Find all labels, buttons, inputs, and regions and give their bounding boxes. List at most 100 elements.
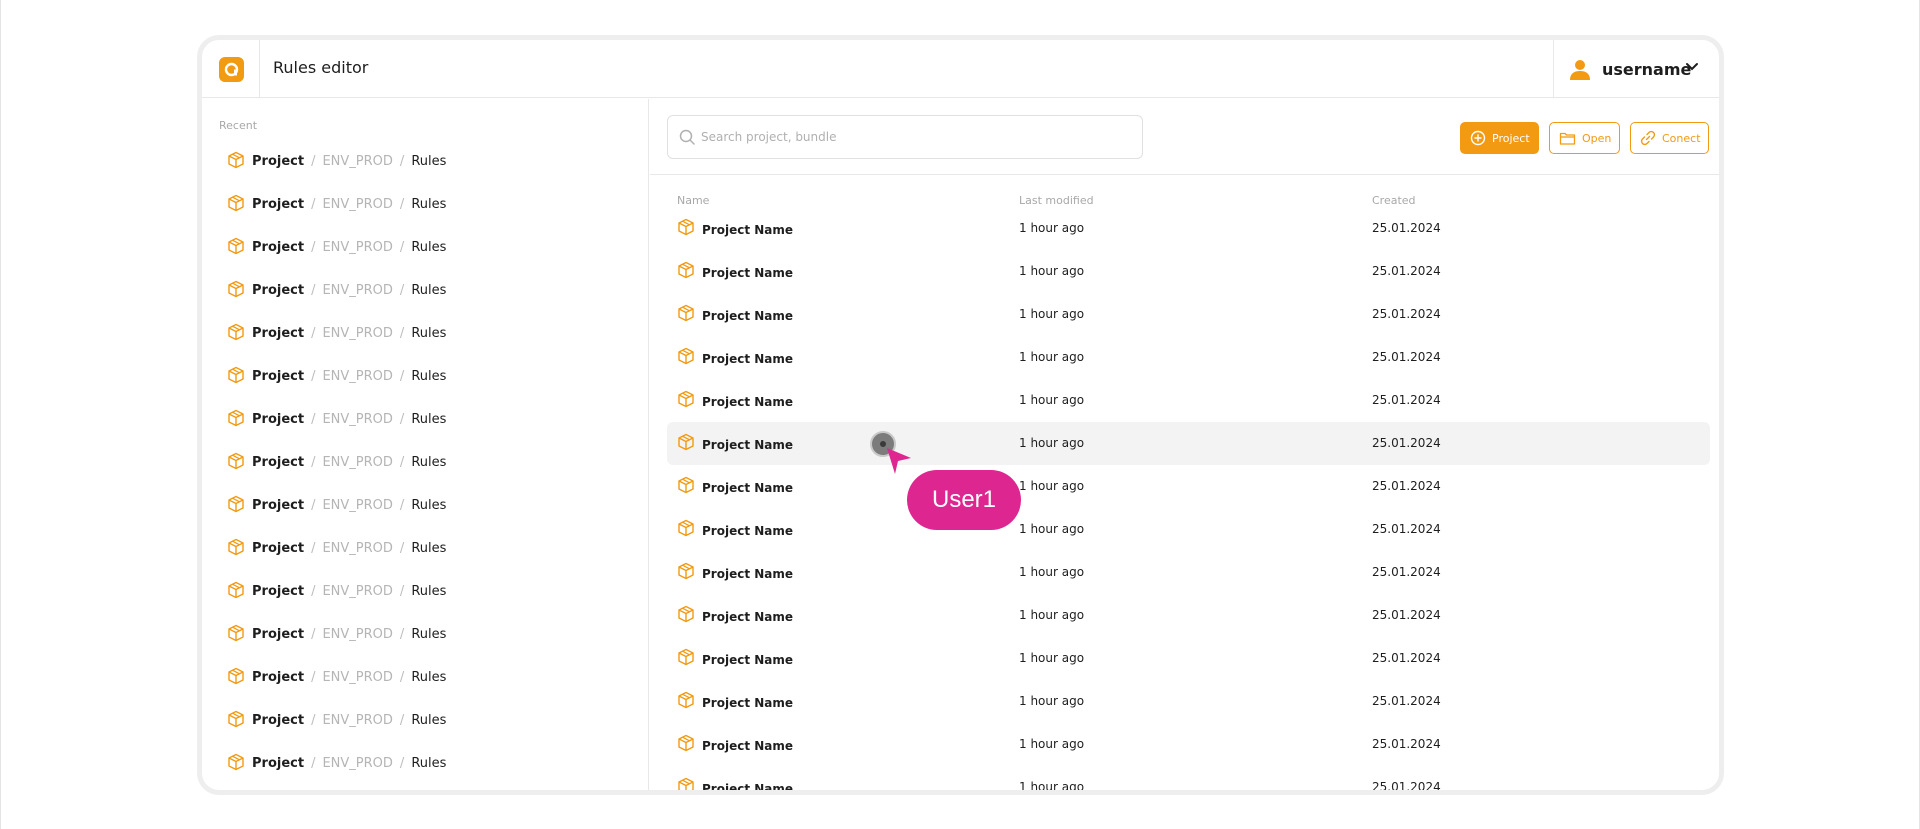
- project-table: Project Name 1 hour ago 25.01.2024 Project …: [667, 207, 1710, 790]
- recent-env-label: ENV_PROD: [322, 541, 393, 556]
- cube-icon: [677, 648, 695, 669]
- project-name: Project Name: [702, 437, 794, 452]
- breadcrumb-separator: /: [399, 240, 405, 255]
- app-logo-icon: [219, 57, 244, 82]
- last-modified-cell: 1 hour ago: [1019, 479, 1085, 493]
- recent-item[interactable]: Project/ENV_PROD/Rules: [227, 183, 446, 226]
- breadcrumb-separator: /: [399, 154, 405, 169]
- table-row[interactable]: Project Name 1 hour ago 25.01.2024: [667, 766, 1710, 790]
- breadcrumb-separator: /: [311, 240, 316, 255]
- breadcrumb-separator: /: [311, 627, 316, 642]
- recent-item[interactable]: Project/ENV_PROD/Rules: [227, 355, 446, 398]
- user-menu[interactable]: username: [1553, 40, 1719, 98]
- recent-item[interactable]: Project/ENV_PROD/Rules: [227, 785, 446, 790]
- recent-item[interactable]: Project/ENV_PROD/Rules: [227, 140, 446, 183]
- created-cell: 25.01.2024: [1372, 436, 1441, 450]
- table-row[interactable]: Project Name 1 hour ago 25.01.2024: [667, 207, 1710, 250]
- search-input[interactable]: [701, 116, 1131, 158]
- table-row[interactable]: Project Name 1 hour ago 25.01.2024: [667, 336, 1710, 379]
- recent-item[interactable]: Project/ENV_PROD/Rules: [227, 441, 446, 484]
- recent-project-label: Project: [252, 498, 305, 513]
- column-header-last-modified[interactable]: Last modified: [1019, 194, 1094, 207]
- cube-icon: [227, 667, 245, 689]
- cube-icon: [227, 323, 245, 345]
- project-name: Project Name: [702, 738, 794, 753]
- cube-icon: [227, 710, 245, 732]
- breadcrumb-separator: /: [311, 369, 316, 384]
- recent-project-label: Project: [252, 412, 305, 427]
- recent-item[interactable]: Project/ENV_PROD/Rules: [227, 226, 446, 269]
- recent-item[interactable]: Project/ENV_PROD/Rules: [227, 398, 446, 441]
- recent-section-label: Rules: [411, 670, 447, 685]
- table-row[interactable]: Project Name 1 hour ago 25.01.2024: [667, 379, 1710, 422]
- table-row[interactable]: Project Name 1 hour ago 25.01.2024: [667, 508, 1710, 551]
- recent-env-label: ENV_PROD: [322, 713, 393, 728]
- table-row[interactable]: Project Name 1 hour ago 25.01.2024: [667, 293, 1710, 336]
- recent-item[interactable]: Project / ENV_PROD / Rules: [227, 527, 446, 570]
- recent-item[interactable]: Project/ENV_PROD/Rules: [227, 613, 446, 656]
- link-icon: [1640, 130, 1656, 146]
- cube-icon: [227, 495, 245, 517]
- recent-item[interactable]: Project/ENV_PROD/Rules: [227, 742, 446, 785]
- table-row[interactable]: Project Name 1 hour ago 25.01.2024: [667, 465, 1710, 508]
- recent-env-label: ENV_PROD: [322, 498, 393, 513]
- breadcrumb-separator: /: [399, 369, 405, 384]
- column-header-name[interactable]: Name: [677, 194, 709, 207]
- recent-section-label: Rules: [411, 541, 447, 556]
- name-cell: Project Name: [677, 562, 793, 583]
- table-row[interactable]: Project Name 1 hour ago 25.01.2024: [667, 594, 1710, 637]
- name-cell: Project Name: [677, 347, 793, 368]
- table-row[interactable]: Project Name 1 hour ago 25.01.2024: [667, 723, 1710, 766]
- table-row[interactable]: Project Name 1 hour ago 25.01.2024: [667, 680, 1710, 723]
- plus-circle-icon: [1470, 130, 1486, 146]
- recent-label: Recent: [219, 119, 258, 132]
- recent-env-label: ENV_PROD: [322, 369, 393, 384]
- name-cell: Project Name: [677, 777, 793, 790]
- search-icon: [679, 129, 695, 145]
- recent-env-label: ENV_PROD: [322, 197, 393, 212]
- recent-item[interactable]: Project/ENV_PROD/Rules: [227, 656, 446, 699]
- breadcrumb-separator: /: [311, 584, 316, 599]
- app-window: Rules editor username Recent Project / ENV…: [197, 35, 1724, 795]
- column-header-created[interactable]: Created: [1372, 194, 1416, 207]
- connect-button[interactable]: Conect: [1630, 122, 1709, 154]
- table-row[interactable]: Project Name 1 hour ago 25.01.2024: [667, 637, 1710, 680]
- recent-env-label: ENV_PROD: [322, 756, 393, 771]
- name-cell: Project Name: [677, 390, 794, 411]
- recent-env-label: ENV_PROD: [322, 326, 393, 341]
- recent-project-label: Project: [252, 154, 305, 169]
- cube-icon: [677, 562, 695, 583]
- breadcrumb-separator: /: [311, 498, 316, 513]
- recent-item[interactable]: Project/ENV_PROD/Rules: [227, 312, 446, 355]
- logo-cell[interactable]: [202, 40, 260, 98]
- breadcrumb-separator: /: [399, 541, 405, 556]
- breadcrumb-separator: /: [311, 541, 316, 556]
- last-modified-cell: 1 hour ago: [1019, 565, 1085, 579]
- name-cell: Project Name: [677, 218, 793, 239]
- recent-project-label: Project: [252, 541, 305, 556]
- user-icon: [1570, 60, 1590, 80]
- table-row[interactable]: Project Name 1 hour ago 25.01.2024: [667, 422, 1710, 465]
- recent-env-label: ENV_PROD: [322, 584, 393, 599]
- table-row[interactable]: Project Name 1 hour ago 25.01.2024: [667, 250, 1710, 293]
- breadcrumb-separator: /: [399, 584, 405, 599]
- created-cell: 25.01.2024: [1372, 694, 1441, 708]
- recent-item[interactable]: Project/ENV_PROD/Rules: [227, 699, 446, 742]
- recent-sidebar: Recent Project / ENV_PROD / Rules Project / ENV…: [202, 99, 649, 790]
- recent-item[interactable]: Project/ENV_PROD/Rules: [227, 570, 446, 613]
- project-name: Project Name: [702, 652, 794, 667]
- recent-item[interactable]: Project/ENV_PROD/Rules: [227, 269, 446, 312]
- project-name: Project Name: [702, 394, 794, 409]
- table-row[interactable]: Project Name 1 hour ago 25.01.2024: [667, 551, 1710, 594]
- recent-env-label: ENV_PROD: [322, 154, 393, 169]
- recent-section-label: Rules: [411, 154, 447, 169]
- name-cell: Project Name: [677, 304, 793, 325]
- created-cell: 25.01.2024: [1372, 780, 1441, 790]
- recent-section-label: Rules: [411, 713, 447, 728]
- last-modified-cell: 1 hour ago: [1019, 737, 1085, 751]
- cube-icon: [227, 581, 245, 603]
- cube-icon: [227, 538, 245, 560]
- recent-item[interactable]: Project/ENV_PROD/Rules: [227, 484, 446, 527]
- new-project-button[interactable]: Project: [1460, 122, 1539, 154]
- open-button[interactable]: Open: [1549, 122, 1620, 154]
